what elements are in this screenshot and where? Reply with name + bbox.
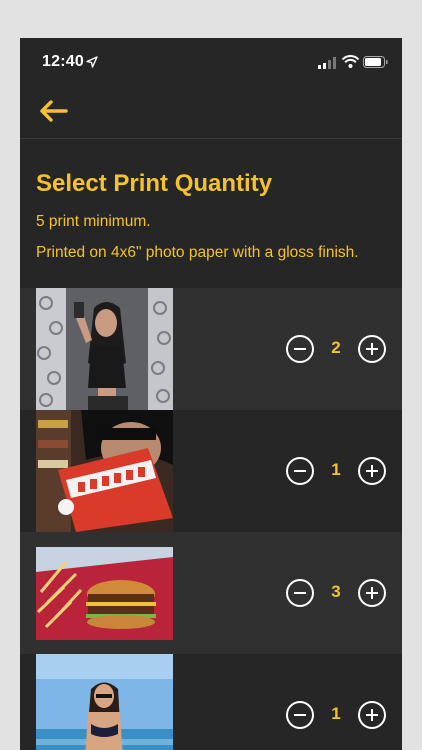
decrease-quantity-button[interactable] <box>286 701 314 729</box>
status-time: 12:40 <box>42 53 84 70</box>
photo-thumbnail <box>36 532 173 654</box>
minimum-note: 5 print minimum. <box>36 213 151 230</box>
page-title: Select Print Quantity <box>36 170 273 197</box>
quantity-value: 3 <box>331 582 341 601</box>
print-list: 2 1 3 1 <box>20 288 402 750</box>
decrease-quantity-button[interactable] <box>286 579 314 607</box>
photo-thumbnail <box>36 654 173 750</box>
phone-screen: 12:40 Select Print Quantity 5 print mini… <box>20 38 402 750</box>
quantity-stepper: 1 <box>286 701 386 731</box>
quantity-stepper: 2 <box>286 335 386 365</box>
quantity-stepper: 1 <box>286 457 386 487</box>
status-bar: 12:40 <box>20 38 402 84</box>
print-row: 2 <box>20 288 402 410</box>
quantity-value: 1 <box>331 460 341 479</box>
decrease-quantity-button[interactable] <box>286 457 314 485</box>
increase-quantity-button[interactable] <box>358 335 386 363</box>
arrow-left-icon <box>40 100 68 122</box>
burger-fries-photo-image <box>36 532 173 654</box>
increase-quantity-button[interactable] <box>358 701 386 729</box>
wifi-icon <box>342 55 359 68</box>
cereal-box-photo-image <box>36 410 173 532</box>
quantity-value: 1 <box>331 704 341 723</box>
decrease-quantity-button[interactable] <box>286 335 314 363</box>
signal-icon <box>318 57 336 69</box>
photo-thumbnail <box>36 410 173 532</box>
quantity-value: 2 <box>331 338 341 357</box>
increase-quantity-button[interactable] <box>358 579 386 607</box>
beach-photo-image <box>36 654 173 750</box>
print-row: 1 <box>20 654 402 750</box>
paper-note: Printed on 4x6" photo paper with a gloss… <box>36 244 359 261</box>
selfie-photo-image <box>36 288 173 410</box>
location-arrow-icon <box>86 56 98 68</box>
battery-icon <box>363 56 388 68</box>
quantity-stepper: 3 <box>286 579 386 609</box>
photo-thumbnail <box>36 288 173 410</box>
print-row: 3 <box>20 532 402 654</box>
back-button[interactable] <box>34 94 74 128</box>
increase-quantity-button[interactable] <box>358 457 386 485</box>
nav-bar <box>20 84 402 139</box>
print-row: 1 <box>20 410 402 532</box>
